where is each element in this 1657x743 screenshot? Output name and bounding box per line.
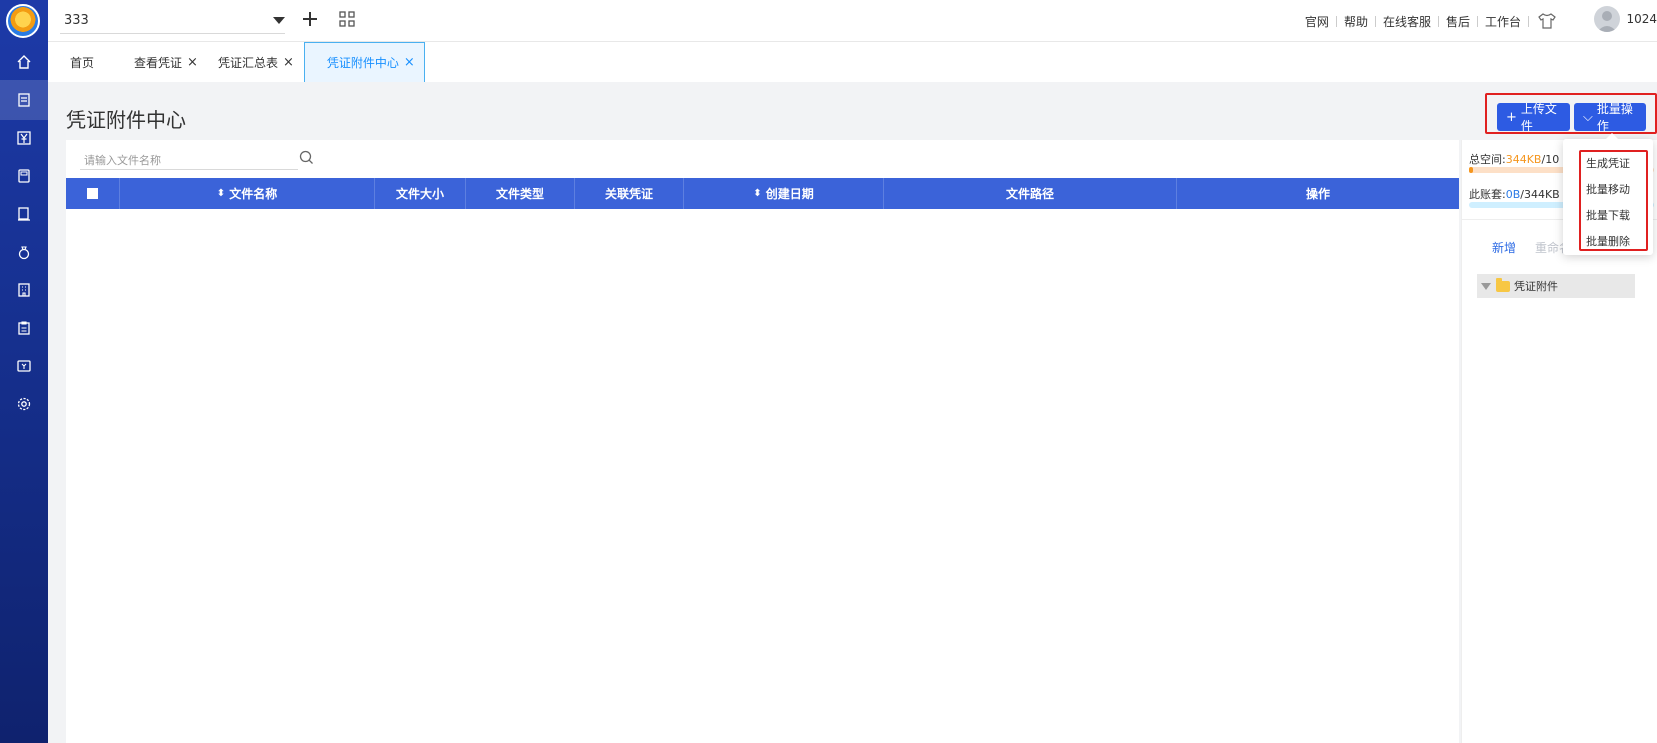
company-name: 333 — [64, 13, 89, 28]
column-file-name[interactable]: ⬍ 文件名称 — [120, 178, 375, 209]
tab-label: 凭证汇总表 — [217, 55, 278, 70]
tab-label: 首页 — [70, 55, 95, 70]
account-storage-used: 0B — [1505, 188, 1521, 201]
column-label: 文件名称 — [229, 187, 278, 201]
tab-label: 凭证附件中心 — [326, 56, 399, 70]
highlight-box-buttons — [1485, 93, 1657, 134]
folder-name: 凭证附件 — [1514, 280, 1558, 293]
nav-report[interactable] — [0, 308, 48, 348]
column-label: 文件路径 — [1005, 187, 1054, 201]
apps-icon[interactable] — [338, 10, 356, 28]
top-links: 官网 帮助 在线客服 售后 工作台 — [1298, 12, 1565, 30]
column-linked-voucher: 关联凭证 — [575, 178, 684, 209]
column-actions: 操作 — [1177, 178, 1459, 209]
report-icon — [18, 321, 30, 335]
app-logo[interactable] — [6, 4, 40, 38]
nav-finance[interactable] — [0, 118, 48, 158]
tab-attachment-center[interactable]: 凭证附件中心 × — [303, 42, 425, 82]
link-official-site[interactable]: 官网 — [1298, 13, 1336, 30]
sort-icon: ⬍ — [216, 188, 226, 199]
select-all-column — [66, 178, 120, 209]
link-workbench[interactable]: 工作台 — [1478, 13, 1528, 30]
avatar[interactable] — [1594, 6, 1620, 32]
close-icon[interactable]: × — [404, 55, 415, 70]
home-icon — [17, 55, 31, 69]
total-storage-rest: /10 — [1541, 153, 1560, 166]
folder-tree-root[interactable]: 凭证附件 — [1477, 274, 1635, 298]
yen-icon — [17, 131, 31, 145]
asset-icon — [18, 246, 30, 260]
rename-folder-button[interactable]: 重命名 — [1535, 239, 1565, 256]
nav-ledger[interactable] — [0, 194, 48, 234]
nav-settings[interactable] — [0, 384, 48, 424]
new-folder-button[interactable]: 新增 — [1492, 239, 1516, 256]
total-storage-label: 总空间: — [1469, 153, 1506, 166]
nav-home[interactable] — [0, 42, 48, 82]
link-online-service[interactable]: 在线客服 — [1376, 13, 1438, 30]
total-storage-fill — [1469, 167, 1473, 173]
close-icon[interactable]: × — [283, 55, 294, 70]
close-icon[interactable]: × — [187, 55, 198, 70]
column-label: 文件大小 — [395, 187, 444, 201]
voucher-icon — [18, 93, 30, 107]
total-storage-used: 344KB — [1505, 153, 1542, 166]
file-list-panel: 请输入文件名称 ⬍ 文件名称 文件大小 文件类型 关联凭证 ⬍ 创建日期 文件路… — [66, 140, 1459, 743]
tab-bar: 首页 查看凭证 × 凭证汇总表 × 凭证附件中心 × — [48, 42, 1657, 82]
account-storage-rest: /344KB — [1520, 188, 1560, 201]
column-label: 关联凭证 — [604, 187, 653, 201]
ledger-icon — [18, 207, 30, 221]
plus-icon[interactable] — [300, 9, 320, 29]
company-select[interactable]: 333 — [60, 8, 285, 34]
tab-view-voucher[interactable]: 查看凭证 × — [124, 42, 208, 82]
calculator-icon — [18, 169, 30, 183]
expand-arrow-icon[interactable] — [1481, 282, 1491, 290]
divider — [1528, 15, 1529, 27]
tab-home[interactable]: 首页 — [60, 42, 124, 82]
nav-calculator[interactable] — [0, 156, 48, 196]
nav-voucher[interactable] — [0, 80, 48, 120]
total-storage: 总空间:344KB/10 — [1469, 151, 1559, 167]
user-id[interactable]: 1024 — [1626, 12, 1657, 26]
nav-tax[interactable] — [0, 346, 48, 386]
sidebar — [0, 0, 48, 743]
column-file-path: 文件路径 — [884, 178, 1177, 209]
column-label: 创建日期 — [765, 187, 814, 201]
folder-icon — [1496, 277, 1510, 292]
caret-down-icon — [273, 17, 285, 24]
shirt-icon[interactable] — [1537, 12, 1557, 30]
nav-building[interactable] — [0, 270, 48, 310]
search-icon[interactable] — [299, 150, 314, 165]
tab-voucher-summary[interactable]: 凭证汇总表 × — [208, 42, 304, 82]
account-storage-label: 此账套: — [1469, 188, 1506, 201]
sort-icon: ⬍ — [753, 188, 762, 199]
column-created-date[interactable]: ⬍ 创建日期 — [684, 178, 884, 209]
tax-icon — [17, 360, 31, 372]
account-storage: 此账套:0B/344KB — [1469, 186, 1560, 202]
nav-asset[interactable] — [0, 232, 48, 272]
column-label: 文件类型 — [495, 187, 544, 201]
page-title: 凭证附件中心 — [66, 108, 186, 132]
link-help[interactable]: 帮助 — [1337, 13, 1375, 30]
settings-icon — [17, 397, 31, 411]
tab-label: 查看凭证 — [134, 55, 183, 70]
search-placeholder: 请输入文件名称 — [84, 154, 161, 167]
column-label: 操作 — [1305, 187, 1330, 201]
building-icon — [18, 283, 30, 297]
column-file-type: 文件类型 — [466, 178, 575, 209]
user-icon — [1597, 11, 1617, 32]
link-after-sales[interactable]: 售后 — [1439, 13, 1477, 30]
table-header: ⬍ 文件名称 文件大小 文件类型 关联凭证 ⬍ 创建日期 文件路径 操作 — [66, 178, 1459, 209]
top-bar: 333 官网 帮助 在线客服 售后 工作台 1024 — [48, 0, 1657, 42]
search-input[interactable]: 请输入文件名称 — [80, 146, 298, 170]
column-file-size: 文件大小 — [375, 178, 466, 209]
highlight-box-menu — [1579, 150, 1648, 251]
select-all-checkbox[interactable] — [87, 188, 98, 199]
